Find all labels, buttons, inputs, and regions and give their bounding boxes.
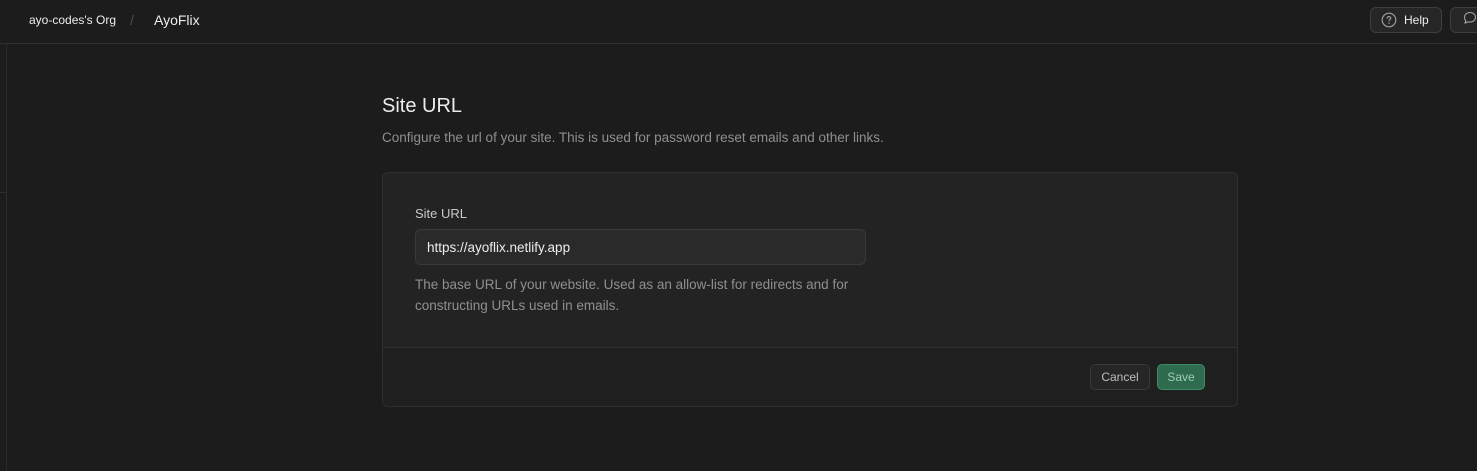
site-url-label: Site URL (415, 206, 468, 221)
save-button[interactable]: Save (1157, 364, 1205, 390)
breadcrumb-org[interactable]: ayo-codes's Org (29, 13, 116, 27)
help-label: Help (1404, 13, 1429, 27)
chat-bubble-icon (1462, 10, 1477, 31)
site-url-input[interactable] (415, 229, 866, 265)
cancel-button[interactable]: Cancel (1090, 364, 1150, 390)
top-bar: ayo-codes's Org / AyoFlix Help (0, 0, 1477, 44)
feedback-button[interactable] (1450, 7, 1477, 33)
sidebar-divider (0, 192, 7, 193)
site-url-help-text: The base URL of your website. Used as an… (415, 277, 849, 313)
breadcrumb-project[interactable]: AyoFlix (154, 12, 200, 28)
section-description: Configure the url of your site. This is … (382, 130, 884, 145)
section-title: Site URL (382, 95, 463, 117)
panel-footer: Cancel Save (383, 348, 1237, 406)
question-circle-icon (1381, 12, 1397, 28)
sidebar-edge (0, 44, 7, 471)
help-button[interactable]: Help (1370, 7, 1442, 33)
breadcrumb-separator: / (130, 12, 134, 28)
site-url-panel: Site URL The base URL of your website. U… (382, 172, 1238, 407)
